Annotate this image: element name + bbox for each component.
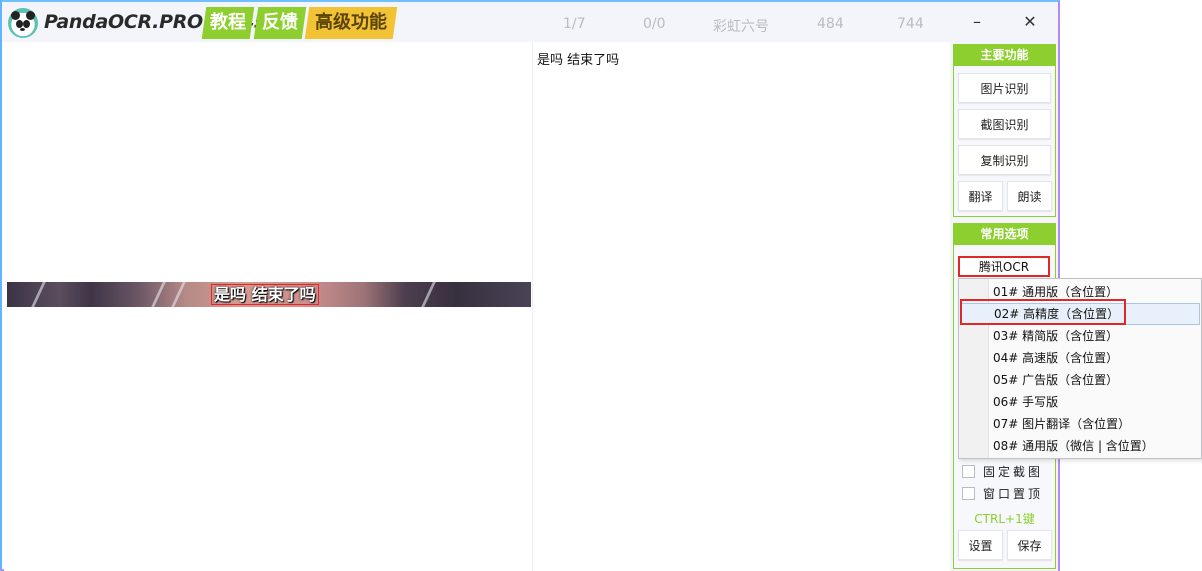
minimize-button[interactable]: – [962, 10, 992, 34]
result-text: 是吗 结束了吗 [537, 53, 620, 68]
dropdown-option[interactable]: 04# 高速版（含位置） [961, 347, 1200, 369]
feedback-button[interactable]: 反馈 [253, 7, 307, 39]
image-preview-pane[interactable]: 是吗 结束了吗 [4, 42, 532, 571]
font-name: 彩虹六号 [713, 19, 769, 35]
checkbox-icon[interactable] [962, 487, 975, 500]
translate-button[interactable]: 翻译 [958, 181, 1003, 211]
result-count: 0/0 [643, 16, 666, 32]
copy-ocr-button[interactable]: 复制识别 [958, 145, 1051, 175]
screenshot-ocr-button[interactable]: 截图识别 [958, 109, 1051, 139]
page-indicator: 1/7 [563, 16, 586, 32]
detected-text-region: 是吗 结束了吗 [211, 284, 319, 305]
window-on-top-checkbox[interactable]: 窗口置顶 [962, 485, 1043, 502]
image-height: 744 [897, 16, 924, 32]
minimize-icon: – [973, 12, 981, 31]
settings-button[interactable]: 设置 [958, 530, 1003, 560]
fixed-screenshot-checkbox[interactable]: 固定截图 [962, 463, 1043, 480]
advanced-features-button[interactable]: 高级功能 [304, 7, 398, 39]
hotkey-label: CTRL+1键 [974, 512, 1035, 526]
close-icon: ✕ [1023, 12, 1037, 31]
common-options-header: 常用选项 [954, 224, 1055, 245]
screenshot-image: 是吗 结束了吗 [7, 282, 531, 307]
dropdown-option[interactable]: 03# 精简版（含位置） [961, 325, 1200, 347]
close-button[interactable]: ✕ [1015, 10, 1045, 34]
app-window: PandaOCR.PRO v5.45 教程 反馈 高级功能 1/7 0/0 彩虹… [0, 0, 1060, 571]
highlight-annotation [960, 299, 1126, 325]
image-width: 484 [817, 16, 844, 32]
result-text-area[interactable]: 是吗 结束了吗 [533, 42, 950, 571]
dropdown-option[interactable]: 08# 通用版（微信 | 含位置） [961, 435, 1200, 457]
dropdown-option[interactable]: 05# 广告版（含位置） [961, 369, 1200, 391]
dropdown-option[interactable]: 07# 图片翻译（含位置） [961, 413, 1200, 435]
main-functions-header: 主要功能 [954, 45, 1055, 66]
image-ocr-button[interactable]: 图片识别 [958, 73, 1051, 103]
tutorial-button[interactable]: 教程 [201, 7, 255, 39]
title-bar[interactable]: PandaOCR.PRO v5.45 教程 反馈 高级功能 1/7 0/0 彩虹… [2, 2, 1058, 42]
read-aloud-button[interactable]: 朗读 [1007, 181, 1052, 211]
dropdown-option[interactable]: 06# 手写版 [961, 391, 1200, 413]
checkbox-icon[interactable] [962, 465, 975, 478]
save-button[interactable]: 保存 [1007, 530, 1052, 560]
main-functions-group: 主要功能 图片识别 截图识别 复制识别 翻译 朗读 [953, 44, 1056, 217]
panda-logo-icon [8, 8, 38, 38]
ocr-engine-select[interactable]: 腾讯OCR [958, 256, 1050, 277]
